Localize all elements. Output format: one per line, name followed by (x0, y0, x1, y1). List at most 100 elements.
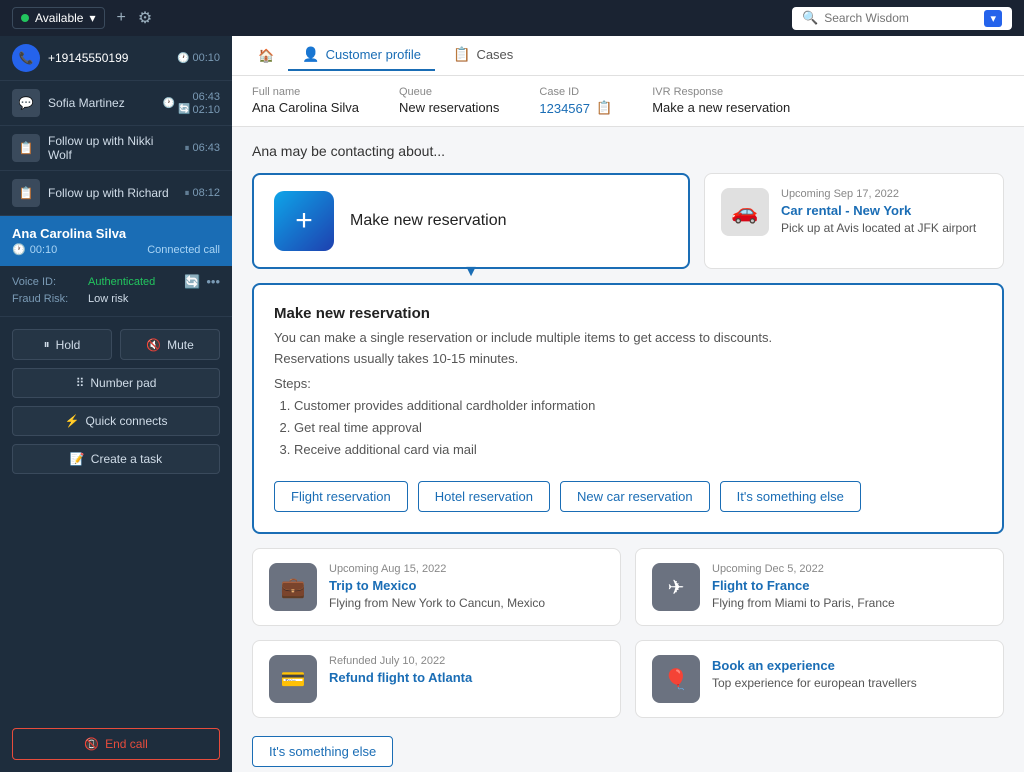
profile-icon: 👤 (302, 46, 319, 63)
contact-heading: Ana may be contacting about... (252, 143, 1004, 159)
main-layout: 📞 +19145550199 🕐 00:10 💬 Sofia Martinez … (0, 36, 1024, 772)
book-experience-icon: 🎈 (652, 655, 700, 703)
contact-name-nikki: Follow up with Nikki Wolf (48, 134, 176, 162)
make-reservation-card[interactable]: + Make new reservation (252, 173, 690, 269)
expanded-reservation-panel: Make new reservation You can make a sing… (252, 283, 1004, 534)
case-id-value[interactable]: 1234567 (539, 101, 590, 116)
connect-icon: ⚡ (65, 414, 80, 428)
tab-home[interactable]: 🏠 (248, 42, 284, 70)
hold-button[interactable]: ⏸ Hold (12, 329, 112, 360)
refund-atlanta-icon: 💳 (269, 655, 317, 703)
car-rental-date: Upcoming Sep 17, 2022 (781, 188, 987, 200)
status-chevron: ▾ (89, 11, 95, 25)
ivr-label: IVR Response (652, 86, 790, 98)
call-info: +19145550199 (48, 51, 169, 65)
tab-customer-profile-label: Customer profile (326, 47, 421, 62)
expanded-title: Make new reservation (274, 305, 982, 322)
contact-sofia[interactable]: 💬 Sofia Martinez 🕐 06:43 🔄02:10 (0, 81, 232, 126)
something-else-button-panel[interactable]: It's something else (720, 481, 861, 512)
make-reservation-label: Make new reservation (350, 212, 507, 230)
voice-icons: 🔄 ••• (184, 274, 220, 290)
refund-atlanta-card[interactable]: 💳 Refunded July 10, 2022 Refund flight t… (252, 640, 621, 718)
content-area: 🏠 👤 Customer profile 📋 Cases Full name A… (232, 36, 1024, 772)
customer-info-bar: Full name Ana Carolina Silva Queue New r… (232, 76, 1024, 127)
steps-label: Steps: (274, 376, 982, 391)
add-icon[interactable]: + (117, 9, 126, 27)
book-experience-content: Book an experience Top experience for eu… (712, 655, 987, 690)
sidebar: 📞 +19145550199 🕐 00:10 💬 Sofia Martinez … (0, 36, 232, 772)
expanded-desc2: Reservations usually takes 10-15 minutes… (274, 351, 982, 366)
trip-mexico-date: Upcoming Aug 15, 2022 (329, 563, 604, 575)
task-icon-nikki: 📋 (12, 134, 40, 162)
active-call-time: 🕐 00:10 (12, 243, 57, 256)
contact-name-richard: Follow up with Richard (48, 186, 169, 200)
tab-customer-profile[interactable]: 👤 Customer profile (288, 40, 435, 71)
cases-icon: 📋 (453, 46, 470, 63)
contact-richard[interactable]: 📋 Follow up with Richard ⏸ 08:12 (0, 171, 232, 216)
fraud-risk-value: Low risk (88, 293, 128, 305)
pause-icon: ⏸ (44, 337, 50, 352)
flight-france-title[interactable]: Flight to France (712, 578, 987, 593)
status-label: Available (35, 11, 83, 25)
car-rental-desc: Pick up at Avis located at JFK airport (781, 221, 987, 235)
end-call-button[interactable]: 📵 End call (12, 728, 220, 760)
book-experience-title[interactable]: Book an experience (712, 658, 987, 673)
car-rental-card[interactable]: 🚗 Upcoming Sep 17, 2022 Car rental - New… (704, 173, 1004, 269)
active-customer-section: Ana Carolina Silva 🕐 00:10 Connected cal… (0, 216, 232, 266)
refresh-icon[interactable]: 🔄 (184, 274, 200, 290)
new-car-reservation-button[interactable]: New car reservation (560, 481, 710, 512)
expanded-desc1: You can make a single reservation or inc… (274, 330, 982, 345)
flight-france-date: Upcoming Dec 5, 2022 (712, 563, 987, 575)
task-icon-richard: 📋 (12, 179, 40, 207)
queue-label: Queue (399, 86, 499, 98)
number-pad-button[interactable]: ⠿ Number pad (12, 368, 220, 398)
trip-mexico-desc: Flying from New York to Cancun, Mexico (329, 596, 604, 610)
fraud-risk-label: Fraud Risk: (12, 293, 82, 305)
quick-connects-button[interactable]: ⚡ Quick connects (12, 406, 220, 436)
step-1: Customer provides additional cardholder … (294, 395, 982, 417)
expanded-actions: Flight reservation Hotel reservation New… (274, 481, 982, 512)
contact-nikki[interactable]: 📋 Follow up with Nikki Wolf ⏸ 06:43 (0, 126, 232, 171)
case-id-label: Case ID (539, 86, 612, 98)
more-icon[interactable]: ••• (206, 274, 220, 290)
car-rental-title[interactable]: Car rental - New York (781, 203, 987, 218)
book-experience-desc: Top experience for european travellers (712, 676, 987, 690)
copy-icon[interactable]: 📋 (596, 100, 612, 116)
status-select[interactable]: Available ▾ (12, 7, 105, 29)
call-number: +19145550199 (48, 51, 169, 65)
flight-france-content: Upcoming Dec 5, 2022 Flight to France Fl… (712, 563, 987, 610)
flight-reservation-button[interactable]: Flight reservation (274, 481, 408, 512)
mute-button[interactable]: 🔇 Mute (120, 329, 220, 360)
info-ivr: IVR Response Make a new reservation (652, 86, 790, 116)
car-rental-content: Upcoming Sep 17, 2022 Car rental - New Y… (781, 188, 987, 235)
trip-mexico-card[interactable]: 💼 Upcoming Aug 15, 2022 Trip to Mexico F… (252, 548, 621, 626)
bottom-something-else-button[interactable]: It's something else (252, 736, 393, 767)
chat-icon: 💬 (12, 89, 40, 117)
search-bar[interactable]: 🔍 ▾ (792, 7, 1012, 30)
top-cards-row: + Make new reservation 🚗 Upcoming Sep 17… (252, 173, 1004, 269)
refund-atlanta-title[interactable]: Refund flight to Atlanta (329, 670, 604, 685)
call-timer: 🕐 00:10 (177, 52, 220, 64)
full-name-label: Full name (252, 86, 359, 98)
home-icon: 🏠 (258, 48, 274, 64)
book-experience-card[interactable]: 🎈 Book an experience Top experience for … (635, 640, 1004, 718)
trip-mexico-title[interactable]: Trip to Mexico (329, 578, 604, 593)
create-task-button[interactable]: 📝 Create a task (12, 444, 220, 474)
contact-time-richard: ⏸ 08:12 (184, 187, 220, 199)
tab-cases[interactable]: 📋 Cases (439, 40, 527, 71)
top-bar: Available ▾ + ⚙ 🔍 ▾ (0, 0, 1024, 36)
keypad-icon: ⠿ (76, 376, 85, 390)
tab-bar: 🏠 👤 Customer profile 📋 Cases (232, 36, 1024, 76)
connected-badge: Connected call (147, 244, 220, 256)
car-icon: 🚗 (721, 188, 769, 236)
active-phone-call[interactable]: 📞 +19145550199 🕐 00:10 (0, 36, 232, 81)
gear-icon[interactable]: ⚙ (138, 8, 152, 28)
flight-france-card[interactable]: ✈ Upcoming Dec 5, 2022 Flight to France … (635, 548, 1004, 626)
hold-mute-row: ⏸ Hold 🔇 Mute (12, 329, 220, 360)
info-full-name: Full name Ana Carolina Silva (252, 86, 359, 116)
search-dropdown-icon[interactable]: ▾ (984, 10, 1002, 27)
hotel-reservation-button[interactable]: Hotel reservation (418, 481, 550, 512)
tab-cases-label: Cases (476, 47, 513, 62)
search-input[interactable] (824, 11, 978, 25)
full-name-value: Ana Carolina Silva (252, 100, 359, 115)
